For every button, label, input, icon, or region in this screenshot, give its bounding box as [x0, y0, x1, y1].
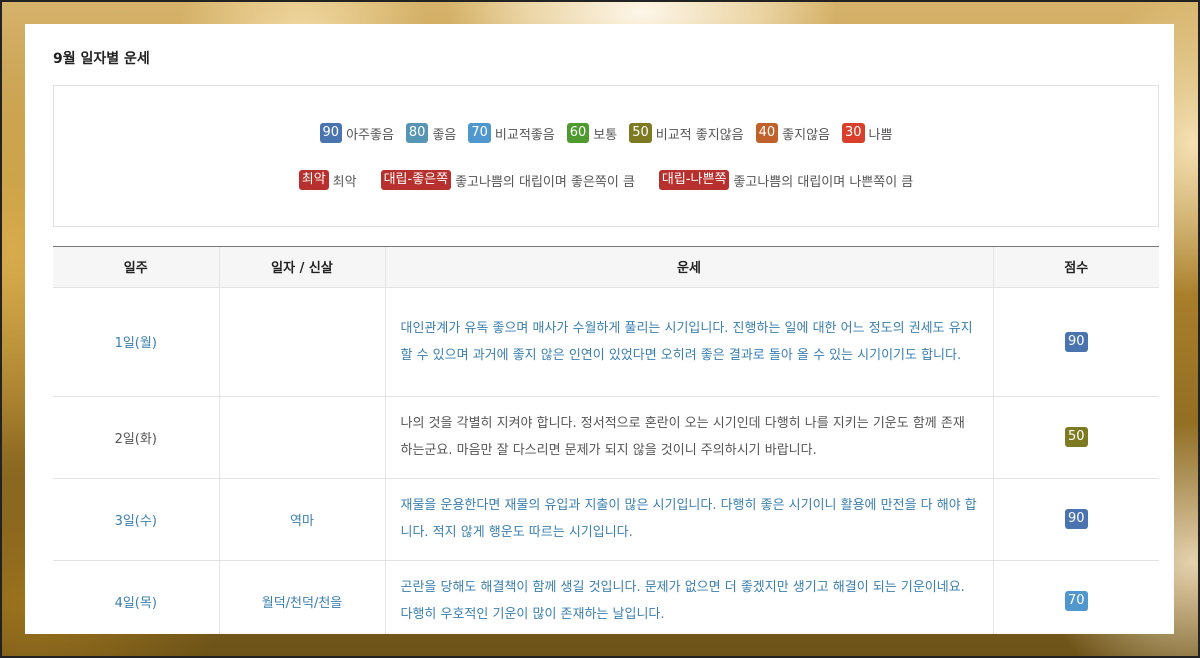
cell-day: 4일(목) — [53, 560, 219, 634]
cell-day: 2일(화) — [53, 396, 219, 479]
legend-label: 보통 — [593, 127, 618, 143]
legend-label: 좋고나쁨의 대립이며 좋은쪽이 큼 — [455, 174, 635, 190]
table-row: 1일(월) 대인관계가 유독 좋으며 매사가 수월하게 풀리는 시기입니다. 진행… — [53, 287, 1159, 397]
legend-row-special: 최악 최악 대립-좋은쪽 좋고나쁨의 대립이며 좋은쪽이 큼 대립-나쁜쪽 좋고나쁨의 대… — [54, 170, 1158, 190]
cell-score: 90 — [992, 287, 1159, 397]
score-badge: 90 — [1064, 509, 1088, 529]
cell-fortune: 재물을 운용한다면 재물의 유입과 지출이 많은 시기입니다. 다행히 좋은 시… — [384, 478, 993, 561]
legend-label: 좋지않음 — [782, 127, 830, 143]
legend-badge: 60 — [566, 123, 590, 143]
header-day: 일주 — [53, 247, 219, 288]
cell-score: 70 — [992, 560, 1159, 634]
legend-label: 최악 — [332, 174, 357, 190]
table-row: 3일(수) 역마 재물을 운용한다면 재물의 유입과 지출이 많은 시기입니다. 다… — [53, 478, 1159, 561]
legend-label: 좋고나쁨의 대립이며 나쁜쪽이 큼 — [733, 174, 914, 190]
fortune-table-wrapper: 일주 일자 / 신살 운세 점수 1일(월) 대인관계가 유독 좋으며 매사가 수… — [53, 246, 1159, 634]
legend-badge: 80 — [405, 123, 429, 143]
score-badge: 90 — [1064, 331, 1088, 352]
header-shinsal: 일자 / 신살 — [218, 247, 385, 288]
legend-item: 30 나쁨 — [842, 123, 892, 143]
legend-item: 대립-나쁜쪽 좋고나쁨의 대립이며 나쁜쪽이 큼 — [658, 170, 914, 190]
panel-title: 9월 일자별 운세 — [53, 51, 150, 67]
legend-badge: 50 — [629, 123, 652, 143]
cell-shinsal — [218, 287, 385, 397]
cell-day: 1일(월) — [53, 287, 219, 397]
cell-day: 3일(수) — [53, 478, 219, 561]
legend-item: 70 비교적좋음 — [468, 123, 555, 143]
table-row: 2일(화) 나의 것을 각별히 지켜야 합니다. 정서적으로 혼란이 오는 시기인… — [53, 396, 1159, 479]
legend-badge: 최악 — [298, 170, 329, 190]
legend-label: 비교적좋음 — [494, 127, 555, 143]
cell-fortune: 대인관계가 유독 좋으며 매사가 수월하게 풀리는 시기입니다. 진행하는 일에… — [384, 287, 993, 397]
cell-fortune: 곤란을 당해도 해결책이 함께 생길 것입니다. 문제가 없으면 더 좋겠지만 … — [384, 560, 993, 634]
cell-score: 50 — [992, 396, 1159, 479]
legend-badge: 대립-나쁜쪽 — [658, 170, 730, 190]
legend-item: 40 좋지않음 — [755, 123, 830, 143]
fortune-panel: 9월 일자별 운세 90 아주좋음 80 좋음 70 비교적좋음 60 보통 50 비교적 좋지않… — [25, 24, 1174, 634]
cell-shinsal: 역마 — [218, 478, 385, 561]
legend-label: 아주좋음 — [346, 127, 394, 143]
legend-item: 80 좋음 — [405, 123, 457, 143]
legend-label: 나쁨 — [868, 127, 893, 143]
legend-label: 좋음 — [432, 127, 457, 143]
legend-badge: 70 — [468, 123, 491, 143]
score-badge: 70 — [1064, 591, 1088, 611]
legend-badge: 90 — [319, 123, 343, 143]
header-fortune: 운세 — [384, 247, 993, 288]
table-row: 4일(목) 월덕/천덕/천을 곤란을 당해도 해결책이 함께 생길 것입니다. 문제… — [53, 560, 1159, 634]
legend-item: 60 보통 — [566, 123, 618, 143]
legend-item: 최악 최악 — [298, 170, 357, 190]
legend-badge: 대립-좋은쪽 — [380, 170, 452, 190]
score-legend: 90 아주좋음 80 좋음 70 비교적좋음 60 보통 50 비교적 좋지않음 40 좋지않음 30 나… — [53, 85, 1159, 227]
table-header-row: 일주 일자 / 신살 운세 점수 — [53, 247, 1159, 288]
legend-badge: 30 — [842, 123, 865, 143]
cell-shinsal: 월덕/천덕/천을 — [218, 560, 385, 634]
legend-row-scores: 90 아주좋음 80 좋음 70 비교적좋음 60 보통 50 비교적 좋지않음 40 좋지않음 30 나… — [54, 123, 1158, 143]
legend-item: 대립-좋은쪽 좋고나쁨의 대립이며 좋은쪽이 큼 — [380, 170, 635, 190]
fortune-table: 일주 일자 / 신살 운세 점수 1일(월) 대인관계가 유독 좋으며 매사가 수… — [53, 247, 1159, 634]
legend-item: 50 비교적 좋지않음 — [629, 123, 744, 143]
legend-label: 비교적 좋지않음 — [655, 127, 744, 143]
cell-score: 90 — [992, 478, 1159, 561]
cell-fortune: 나의 것을 각별히 지켜야 합니다. 정서적으로 혼란이 오는 시기인데 다행히… — [384, 396, 993, 479]
legend-item: 90 아주좋음 — [319, 123, 394, 143]
legend-badge: 40 — [755, 123, 779, 143]
header-score: 점수 — [992, 247, 1159, 288]
cell-shinsal — [218, 396, 385, 479]
score-badge: 50 — [1064, 427, 1088, 447]
